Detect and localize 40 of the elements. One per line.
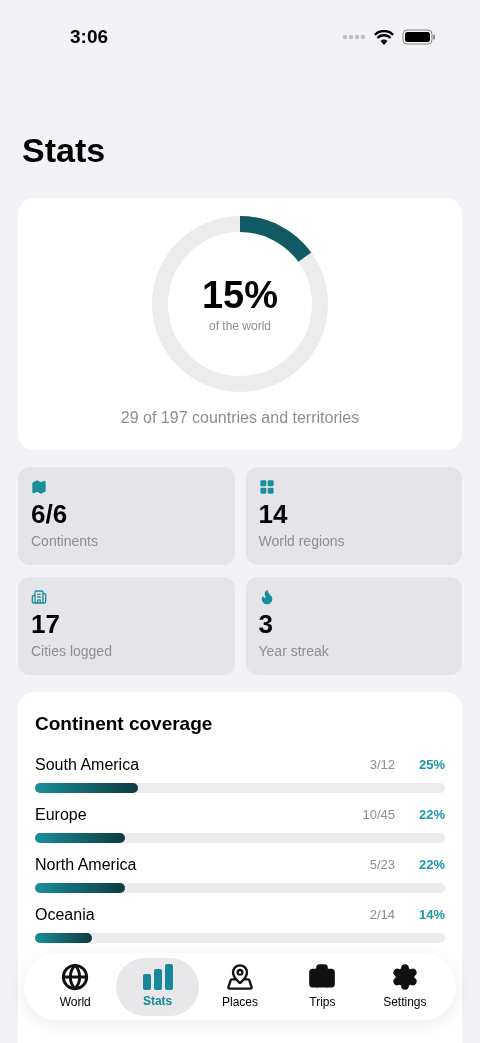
continent-name: Oceania: [35, 904, 96, 925]
bar-chart-icon: [141, 963, 174, 990]
continent-count: 2/14: [368, 905, 395, 924]
continent-name: North America: [35, 854, 138, 875]
continent-name: South America: [35, 754, 141, 775]
status-time: 3:06: [70, 24, 109, 49]
continent-percent: 22%: [417, 805, 445, 824]
tab-button[interactable]: Trips: [281, 957, 364, 1016]
stat-label: Cities logged: [31, 642, 112, 661]
stat-value: 17: [31, 608, 60, 641]
tab-button[interactable]: Places: [198, 957, 282, 1016]
continent-percent: 22%: [417, 855, 445, 874]
continent-count: 3/12: [368, 755, 395, 774]
stat-value: 6/6: [31, 498, 68, 531]
page-title: Stats: [21, 130, 107, 170]
map-icon: [31, 479, 47, 495]
map-pin-icon: [226, 962, 254, 991]
suitcase-icon: [308, 962, 337, 991]
continent-count: 5/23: [368, 855, 395, 874]
stat-value: 14: [258, 498, 288, 531]
continent-count: 10/45: [361, 805, 395, 824]
countries-summary: 29 of 197 countries and territories: [120, 408, 360, 428]
continent-percent: 14%: [417, 905, 445, 924]
signal-icon: [342, 34, 366, 40]
grid-icon: [258, 479, 275, 495]
stat-label: Continents: [31, 532, 98, 551]
tab-button[interactable]: World: [34, 957, 117, 1016]
stat-label: Year streak: [258, 642, 329, 661]
battery-icon: [402, 29, 436, 45]
percent-caption: of the world: [208, 318, 271, 335]
continent-name: Europe: [35, 804, 88, 825]
section-title: Continent coverage: [35, 712, 214, 736]
tab-button[interactable]: Settings: [363, 957, 447, 1016]
stat-label: World regions: [258, 532, 345, 551]
percent-value: 15%: [201, 273, 279, 317]
building-icon: [31, 589, 47, 605]
continent-percent: 25%: [417, 755, 445, 774]
globe-icon: [61, 962, 90, 991]
stat-value: 3: [258, 608, 273, 641]
wifi-icon: [374, 29, 394, 45]
